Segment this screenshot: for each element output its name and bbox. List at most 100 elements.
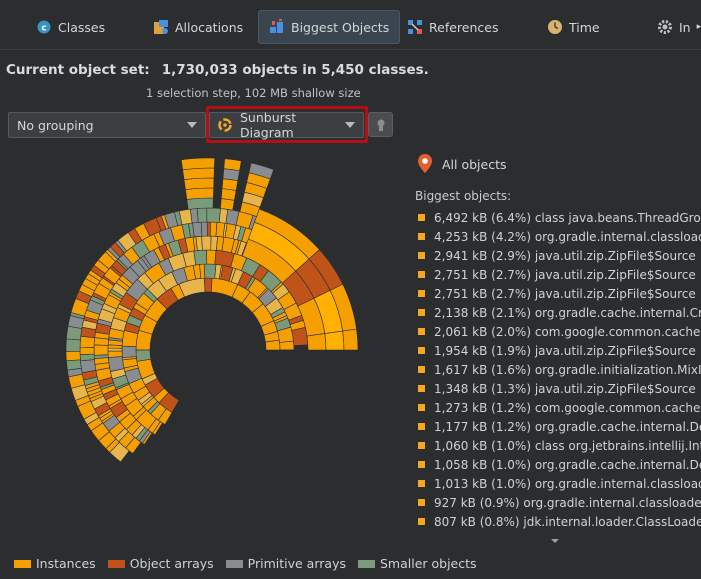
sunburst-segment[interactable] bbox=[107, 356, 125, 372]
view-mode-value: Sunburst Diagram bbox=[240, 110, 297, 140]
grouping-value: No grouping bbox=[17, 117, 94, 133]
list-item[interactable]: 4,253 kB (4.2%) org.gradle.internal.clas… bbox=[418, 227, 701, 246]
sunburst-segment[interactable] bbox=[183, 177, 215, 190]
sunburst-segment[interactable] bbox=[182, 167, 215, 181]
instance-marker-icon bbox=[418, 366, 425, 373]
sunburst-segment[interactable] bbox=[279, 340, 295, 351]
legend-swatch bbox=[14, 559, 31, 568]
instance-marker-icon bbox=[418, 423, 425, 430]
sunburst-segment[interactable] bbox=[192, 221, 203, 238]
sunburst-segment[interactable] bbox=[185, 187, 214, 200]
sunburst-segment[interactable] bbox=[135, 349, 152, 362]
list-item[interactable]: 1,177 kB (1.2%) org.gradle.cache.interna… bbox=[418, 417, 701, 436]
sunburst-segment[interactable] bbox=[121, 345, 137, 359]
tab-references[interactable]: References bbox=[397, 10, 508, 44]
sunburst-segment[interactable] bbox=[265, 339, 281, 351]
legend-swatch bbox=[225, 559, 243, 568]
list-item[interactable]: 6,492 kB (6.4%) class java.beans.ThreadG… bbox=[418, 208, 701, 227]
sunburst-segment[interactable] bbox=[193, 249, 208, 266]
list-item[interactable]: 1,013 kB (1.0%) org.gradle.internal.clas… bbox=[418, 474, 701, 493]
legend-item: Primitive arrays bbox=[225, 556, 346, 571]
instance-marker-icon bbox=[418, 404, 425, 411]
legend-label: Primitive arrays bbox=[247, 556, 346, 571]
tab-allocations[interactable]: Allocations bbox=[143, 10, 253, 44]
sunburst-segment[interactable] bbox=[65, 338, 81, 352]
instance-marker-icon bbox=[418, 328, 425, 335]
references-icon bbox=[407, 19, 423, 35]
allocations-icon bbox=[153, 19, 169, 35]
sunburst-segment[interactable] bbox=[291, 326, 309, 346]
list-item[interactable]: 1,348 kB (1.3%) java.util.zip.ZipFile$So… bbox=[418, 379, 701, 398]
instance-marker-icon bbox=[418, 347, 425, 354]
sunburst-segment[interactable] bbox=[306, 333, 327, 351]
sunburst-segment[interactable] bbox=[66, 359, 82, 371]
legend-item: Instances bbox=[14, 556, 96, 571]
tab-more[interactable]: In ▸ bbox=[647, 10, 701, 44]
list-item[interactable]: 2,751 kB (2.7%) java.util.zip.ZipFile$So… bbox=[418, 284, 701, 303]
list-item[interactable]: 2,138 kB (2.1%) org.gradle.cache.interna… bbox=[418, 303, 701, 322]
sunburst-diagram[interactable] bbox=[0, 150, 405, 550]
legend-item: Object arrays bbox=[107, 556, 214, 571]
view-tabs: c Classes Allocations Biggest Objects Re… bbox=[0, 0, 701, 50]
list-item[interactable]: 1,060 kB (1.0%) class org.jetbrains.inte… bbox=[418, 436, 701, 455]
sunburst-segment[interactable] bbox=[79, 346, 95, 355]
sunburst-segment[interactable] bbox=[206, 207, 221, 223]
settings-button[interactable] bbox=[368, 112, 393, 137]
list-item[interactable]: 1,058 kB (1.0%) org.gradle.cache.interna… bbox=[418, 455, 701, 474]
instance-marker-icon bbox=[418, 385, 425, 392]
person-icon bbox=[374, 118, 388, 132]
sunburst-segment[interactable] bbox=[196, 207, 208, 223]
sunburst-segment[interactable] bbox=[342, 328, 359, 351]
view-mode-dropdown[interactable]: Sunburst Diagram bbox=[209, 110, 364, 140]
legend-swatch bbox=[107, 559, 125, 568]
list-item[interactable]: 2,751 kB (2.7%) java.util.zip.ZipFile$So… bbox=[418, 265, 701, 284]
scroll-down-icon[interactable] bbox=[551, 539, 559, 543]
list-item[interactable]: 807 kB (0.8%) jdk.internal.loader.ClassL… bbox=[418, 512, 701, 531]
list-item[interactable]: 927 kB (0.9%) org.gradle.internal.classl… bbox=[418, 493, 701, 512]
sunburst-segment[interactable] bbox=[203, 263, 217, 279]
legend-label: Instances bbox=[36, 556, 96, 571]
list-item-label: 4,253 kB (4.2%) org.gradle.internal.clas… bbox=[434, 229, 701, 244]
sunburst-segment[interactable] bbox=[80, 359, 97, 374]
sunburst-segment[interactable] bbox=[180, 157, 216, 171]
gear-icon bbox=[657, 19, 673, 35]
sunburst-segment[interactable] bbox=[200, 221, 208, 237]
scope-indicator[interactable]: All objects bbox=[418, 154, 507, 174]
tab-biggest-objects[interactable]: Biggest Objects bbox=[258, 10, 401, 44]
list-item[interactable]: 2,941 kB (2.9%) java.util.zip.ZipFile$So… bbox=[418, 246, 701, 265]
sunburst-segment[interactable] bbox=[220, 198, 235, 211]
sunburst-segment[interactable] bbox=[201, 235, 212, 251]
tab-classes[interactable]: c Classes bbox=[26, 10, 115, 44]
sunburst-segment[interactable] bbox=[204, 277, 213, 293]
sunburst-segment[interactable] bbox=[93, 344, 109, 356]
sunburst-segment[interactable] bbox=[223, 158, 242, 172]
list-item[interactable]: 1,617 kB (1.6%) org.gradle.initializatio… bbox=[418, 360, 701, 379]
scope-label: All objects bbox=[442, 156, 507, 172]
list-item[interactable]: 1,273 kB (1.2%) com.google.common.cache.… bbox=[418, 398, 701, 417]
instance-marker-icon bbox=[418, 309, 425, 316]
list-item-label: 1,058 kB (1.0%) org.gradle.cache.interna… bbox=[434, 457, 701, 472]
overflow-arrow-icon: ▸ bbox=[696, 22, 701, 32]
sunburst-segment[interactable] bbox=[79, 353, 95, 362]
selection-info: 1 selection step, 102 MB shallow size bbox=[146, 86, 361, 100]
instance-marker-icon bbox=[418, 271, 425, 278]
list-item-label: 2,751 kB (2.7%) java.util.zip.ZipFile$So… bbox=[434, 286, 696, 301]
sunburst-segment[interactable] bbox=[65, 350, 81, 362]
sunburst-segment[interactable] bbox=[206, 249, 217, 265]
list-item-label: 1,013 kB (1.0%) org.gradle.internal.clas… bbox=[434, 476, 701, 491]
sunburst-segment[interactable] bbox=[324, 330, 345, 351]
tab-time[interactable]: Time bbox=[537, 10, 610, 44]
instance-marker-icon bbox=[418, 442, 425, 449]
grouping-dropdown[interactable]: No grouping bbox=[8, 112, 206, 138]
tab-label: Time bbox=[569, 19, 600, 35]
list-item-label: 2,138 kB (2.1%) org.gradle.cache.interna… bbox=[434, 305, 701, 320]
tab-label: References bbox=[429, 19, 499, 35]
sunburst-segment[interactable] bbox=[186, 197, 214, 210]
list-item[interactable]: 1,954 kB (1.9%) java.util.zip.ZipFile$So… bbox=[418, 341, 701, 360]
tab-label: Classes bbox=[58, 19, 106, 35]
chart-legend: Instances Object arrays Primitive arrays Sm… bbox=[14, 556, 477, 571]
sunburst-segment[interactable] bbox=[195, 235, 203, 251]
sunburst-segment[interactable] bbox=[79, 335, 95, 348]
list-item[interactable]: 2,061 kB (2.0%) com.google.common.cache.… bbox=[418, 322, 701, 341]
sunburst-segment[interactable] bbox=[107, 350, 123, 358]
